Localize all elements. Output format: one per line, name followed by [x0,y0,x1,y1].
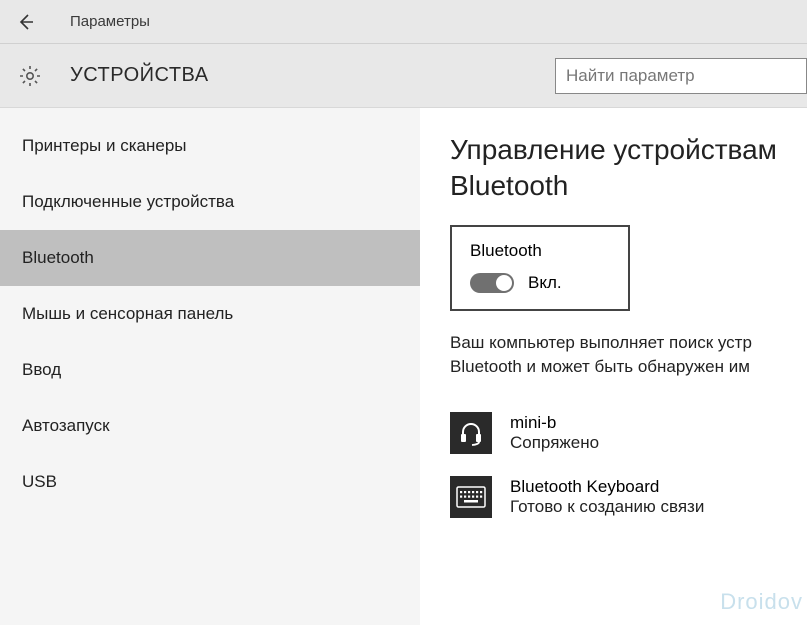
titlebar: Параметры [0,0,807,44]
headset-icon [450,412,492,454]
sidebar-item-mouse[interactable]: Мышь и сенсорная панель [0,286,420,342]
search-input[interactable] [555,58,807,94]
sidebar-item-input[interactable]: Ввод [0,342,420,398]
status-line-2: Bluetooth и может быть обнаружен им [450,357,750,376]
device-status: Сопряжено [510,433,599,453]
keyboard-icon [450,476,492,518]
content-pane: Управление устройствам Bluetooth Bluetoo… [420,108,807,625]
sidebar-item-autoplay[interactable]: Автозапуск [0,398,420,454]
sidebar-item-connected-devices[interactable]: Подключенные устройства [0,174,420,230]
device-name: Bluetooth Keyboard [510,477,704,497]
status-line-1: Ваш компьютер выполняет поиск устр [450,333,752,352]
back-arrow-icon [16,12,36,32]
window-title: Параметры [70,13,150,30]
toggle-knob-icon [496,275,512,291]
header-row: УСТРОЙСТВА [0,44,807,108]
sidebar-item-bluetooth[interactable]: Bluetooth [0,230,420,286]
device-status: Готово к созданию связи [510,497,704,517]
bluetooth-toggle-box: Bluetooth Вкл. [450,225,630,311]
sidebar-item-printers[interactable]: Принтеры и сканеры [0,118,420,174]
toggle-label: Bluetooth [470,241,610,261]
bluetooth-toggle[interactable] [470,273,514,293]
content-heading: Управление устройствам Bluetooth [450,132,807,205]
sidebar: Принтеры и сканеры Подключенные устройст… [0,108,420,625]
device-item-minib[interactable]: mini-b Сопряжено [450,412,807,454]
sidebar-item-usb[interactable]: USB [0,454,420,510]
page-heading: УСТРОЙСТВА [70,64,209,87]
device-item-keyboard[interactable]: Bluetooth Keyboard Готово к созданию свя… [450,476,807,518]
toggle-state: Вкл. [528,273,562,293]
back-button[interactable] [10,6,42,38]
watermark: Droidov [720,589,803,615]
gear-icon [18,64,42,88]
status-text: Ваш компьютер выполняет поиск устр Bluet… [450,331,807,379]
device-name: mini-b [510,413,599,433]
